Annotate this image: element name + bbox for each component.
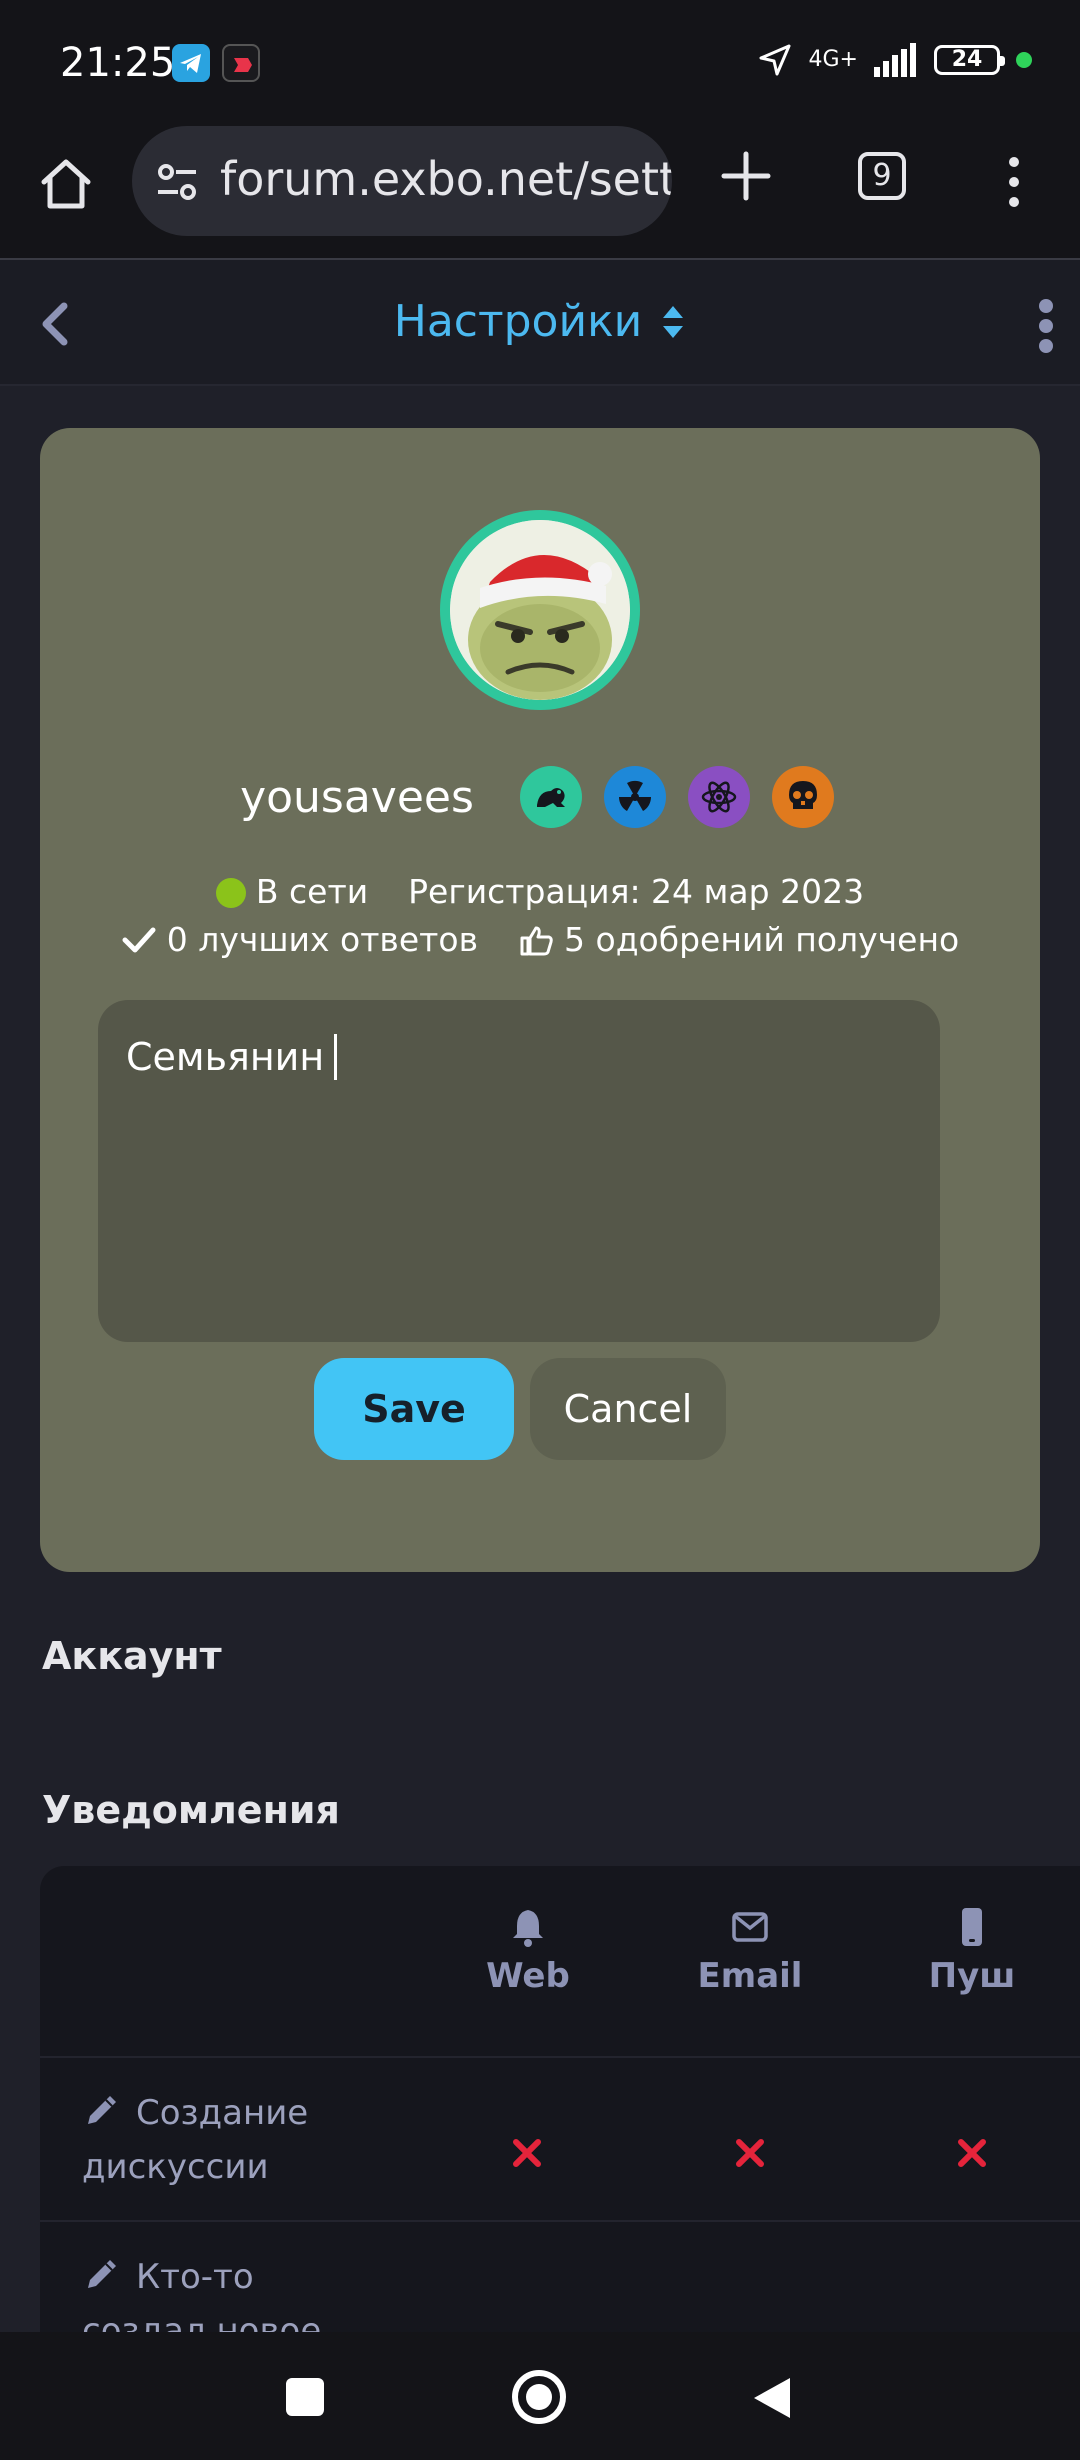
- forum-header: Настройки: [0, 260, 1080, 386]
- disabled-x-icon[interactable]: [955, 2136, 989, 2170]
- location-icon: [759, 44, 791, 76]
- column-push[interactable]: Пуш: [902, 1906, 1042, 1996]
- home-icon[interactable]: [36, 154, 96, 214]
- avatar-image: [450, 520, 630, 700]
- column-email[interactable]: Email: [680, 1906, 820, 1996]
- online-status-dot: [215, 878, 246, 908]
- pencil-icon: [88, 2096, 116, 2124]
- thumbs-up-icon: [520, 926, 553, 956]
- account-section-title[interactable]: Аккаунт: [42, 1634, 222, 1678]
- text-cursor: [334, 1034, 338, 1080]
- profile-card: yousavees В сети Регистрация: 24 мар 2023…: [40, 428, 1040, 1572]
- frog-icon: [519, 766, 582, 828]
- registration-date: Регистрация: 24 мар 2023: [408, 872, 865, 911]
- home-button[interactable]: [512, 2370, 566, 2424]
- signal-icon: [874, 43, 916, 77]
- pencil-icon: [88, 2260, 116, 2288]
- cancel-button[interactable]: Cancel: [530, 1358, 726, 1460]
- notifications-section-title: Уведомления: [42, 1788, 340, 1832]
- row-label-create-discussion: Создание дискуссии: [82, 2086, 382, 2194]
- row-divider: [40, 2220, 1080, 2222]
- battery-indicator: 24: [934, 45, 1005, 75]
- profile-stats: 0 лучших ответов 5 одобрений получено: [40, 920, 1040, 959]
- system-navigation-bar: [0, 2332, 1080, 2460]
- status-time: 21:25: [60, 40, 176, 86]
- online-status: В сети: [255, 872, 369, 911]
- bio-textarea[interactable]: Семьянин: [98, 1000, 940, 1342]
- privacy-indicator-dot: [1016, 52, 1032, 68]
- bio-text: Семьянин: [126, 1035, 325, 1079]
- browser-toolbar: forum.exbo.net/settings 9: [0, 122, 1080, 260]
- column-web-label: Web: [486, 1956, 570, 1996]
- status-bar: 21:25 4G+ 24: [0, 0, 1080, 122]
- url-text: forum.exbo.net/settings: [220, 152, 672, 206]
- disabled-x-icon[interactable]: [733, 2136, 767, 2170]
- username: yousavees: [240, 771, 474, 823]
- column-web[interactable]: Web: [458, 1906, 598, 1996]
- back-triangle-icon[interactable]: [752, 2376, 792, 2420]
- new-tab-icon[interactable]: [718, 148, 774, 204]
- save-button[interactable]: Save: [314, 1358, 514, 1460]
- app-notification-icon: [222, 44, 260, 82]
- radiation-icon: [603, 766, 666, 828]
- bell-icon: [513, 1910, 543, 1947]
- page-title: Настройки: [393, 296, 643, 347]
- skull-icon: [771, 766, 834, 828]
- page-selector[interactable]: Настройки: [394, 296, 687, 347]
- column-push-label: Пуш: [928, 1956, 1016, 1996]
- avatar[interactable]: [440, 510, 640, 710]
- network-label: 4G+: [808, 47, 858, 72]
- notifications-table: Web Email Пуш Создание дискуссии Кто-то …: [40, 1866, 1080, 2396]
- mobile-phone-icon: [962, 1908, 982, 1946]
- sort-icon: [663, 305, 684, 338]
- more-options-icon[interactable]: [1036, 296, 1056, 356]
- column-email-label: Email: [697, 1956, 803, 1996]
- browser-menu-icon[interactable]: [1000, 154, 1028, 210]
- telegram-icon: [172, 44, 210, 82]
- address-bar[interactable]: forum.exbo.net/settings: [132, 126, 672, 236]
- profile-meta: В сети Регистрация: 24 мар 2023: [40, 872, 1040, 911]
- row-divider: [40, 2056, 1080, 2058]
- best-answers-count: 0 лучших ответов: [166, 920, 479, 959]
- disabled-x-icon[interactable]: [510, 2136, 544, 2170]
- tab-switcher-button[interactable]: 9: [858, 152, 906, 200]
- site-settings-icon[interactable]: [156, 162, 198, 202]
- recent-apps-button[interactable]: [286, 2378, 324, 2416]
- checkmark-icon: [122, 927, 156, 953]
- envelope-icon: [732, 1912, 768, 1942]
- atom-icon: [687, 766, 750, 828]
- likes-count: 5 одобрений получено: [564, 920, 960, 959]
